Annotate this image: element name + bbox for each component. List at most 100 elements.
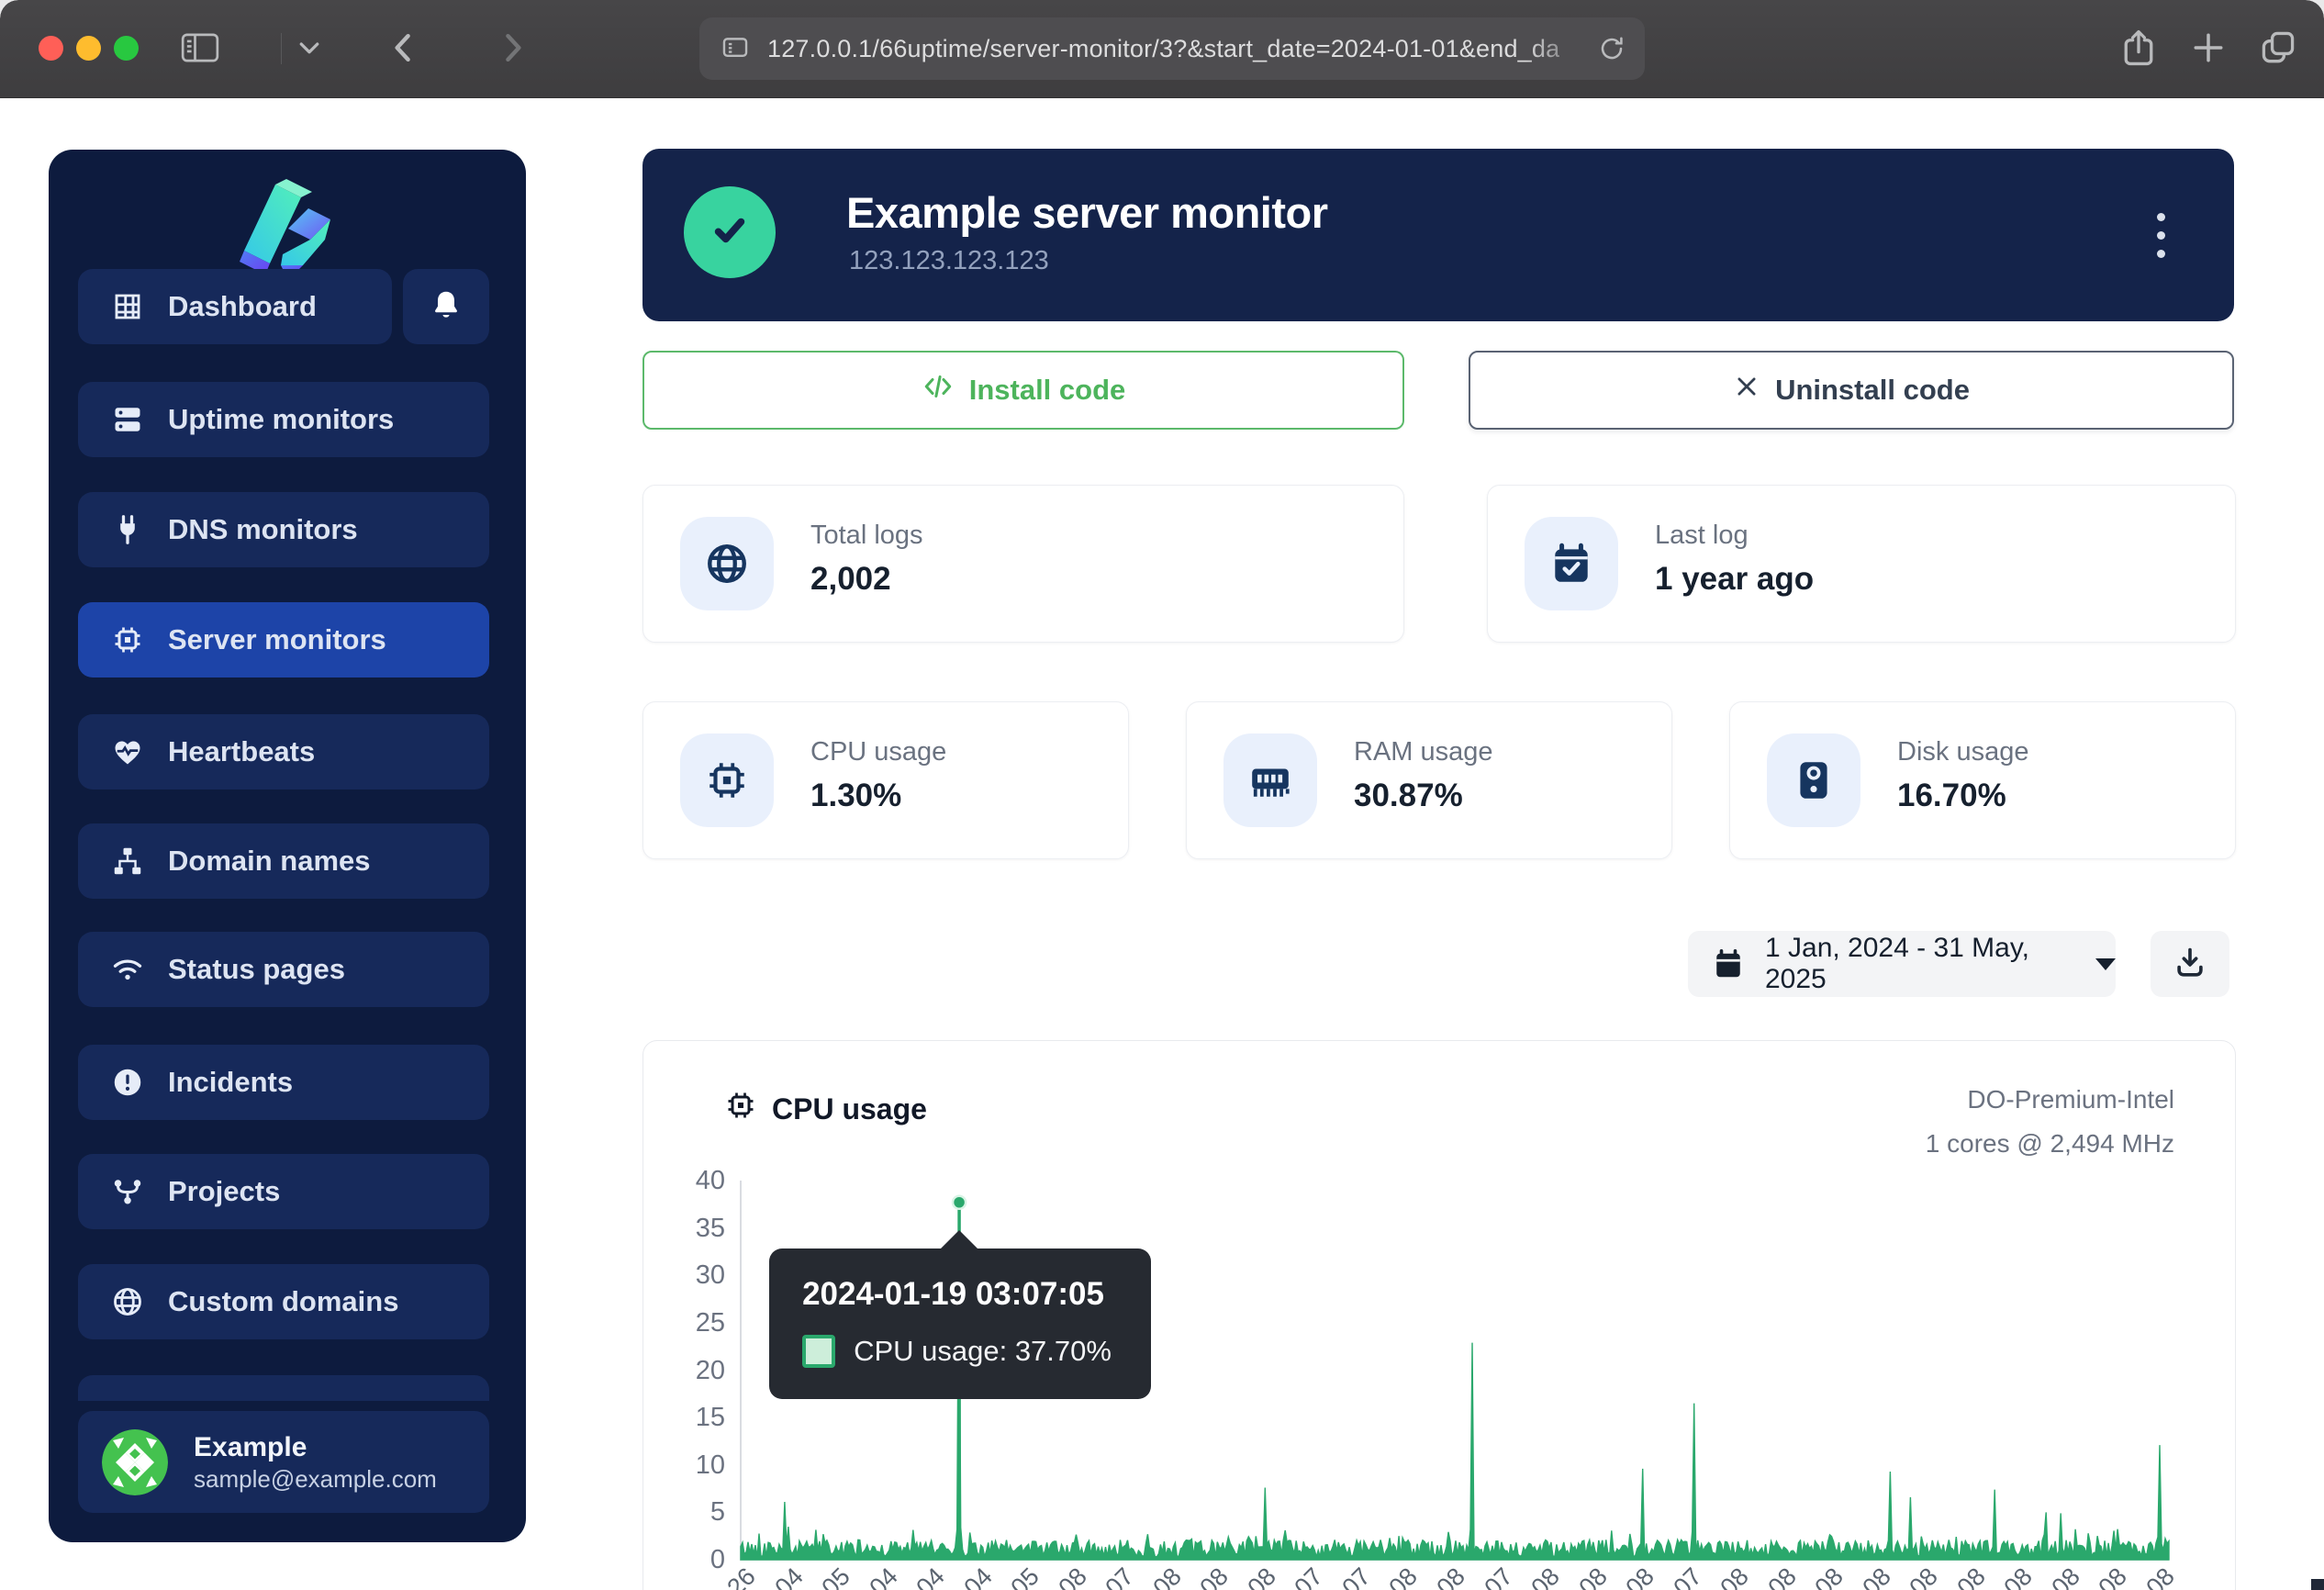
cpu-icon (111, 623, 144, 656)
install-code-button[interactable]: Install code (642, 351, 1404, 430)
y-tick-label: 40 (644, 1166, 725, 1196)
stat-label: Total logs (810, 521, 923, 551)
sidebar-item-label: Incidents (168, 1066, 293, 1099)
install-code-label: Install code (969, 374, 1126, 407)
sidebar-item-status-pages[interactable]: Status pages (78, 932, 489, 1007)
url-text: 127.0.0.1/66uptime/server-monitor/3?&sta… (767, 35, 1559, 63)
caret-down-icon (2095, 958, 2116, 970)
browser-window: 127.0.0.1/66uptime/server-monitor/3?&sta… (0, 0, 2324, 1590)
sidebar-item-label: DNS monitors (168, 513, 358, 546)
y-tick-label: 30 (644, 1260, 725, 1291)
sidebar-item-label: Projects (168, 1175, 280, 1208)
stat-label: Disk usage (1897, 737, 2028, 767)
sidebar-item-label: Heartbeats (168, 735, 315, 768)
series-swatch (802, 1335, 835, 1368)
stat-card-total-logs: Total logs 2,002 (642, 485, 1404, 643)
page-settings-icon[interactable] (720, 33, 751, 64)
stat-label: RAM usage (1354, 737, 1493, 767)
monitor-ip: 123.123.123.123 (849, 246, 1049, 276)
sidebar-item-custom-domains[interactable]: Custom domains (78, 1264, 489, 1339)
cpu-icon (680, 733, 774, 827)
tooltip-timestamp: 2024-01-19 03:07:05 (802, 1276, 1118, 1313)
grid-icon (111, 290, 144, 323)
uninstall-code-label: Uninstall code (1775, 374, 1970, 407)
y-tick-label: 10 (644, 1450, 725, 1481)
minimize-window-button[interactable] (76, 36, 101, 61)
close-icon (1733, 373, 1775, 408)
notifications-button[interactable] (403, 269, 489, 344)
corner-widget[interactable] (2311, 1579, 2324, 1590)
sidebar-item-label: Uptime monitors (168, 403, 394, 436)
globe-icon (680, 517, 774, 610)
back-button-icon[interactable] (384, 28, 424, 68)
y-tick-label: 25 (644, 1308, 725, 1338)
stat-card-ram-usage: RAM usage 30.87% (1186, 701, 1672, 859)
memory-icon (1223, 733, 1317, 827)
tooltip-arrow (937, 1230, 981, 1252)
download-icon (2173, 945, 2207, 984)
date-range-label: 1 Jan, 2024 - 31 May, 2025 (1765, 933, 2072, 995)
stat-card-disk-usage: Disk usage 16.70% (1729, 701, 2236, 859)
calendar-icon (1712, 947, 1745, 980)
sidebar-item-label: Dashboard (168, 290, 317, 323)
url-fade (1525, 17, 1590, 80)
stat-value: 16.70% (1897, 778, 2006, 814)
share-icon[interactable] (2118, 28, 2159, 68)
sidebar-item-partial (78, 1375, 489, 1401)
y-tick-label: 20 (644, 1356, 725, 1386)
server-icon (111, 403, 144, 436)
close-window-button[interactable] (39, 36, 63, 61)
sidebar-item-server-monitors[interactable]: Server monitors (78, 602, 489, 677)
sidebar-item-heartbeats[interactable]: Heartbeats (78, 714, 489, 789)
stat-value: 2,002 (810, 561, 891, 598)
monitor-header-card: Example server monitor 123.123.123.123 (642, 149, 2234, 321)
download-button[interactable] (2151, 931, 2229, 997)
address-bar[interactable]: 127.0.0.1/66uptime/server-monitor/3?&sta… (699, 17, 1645, 80)
sidebar-item-label: Custom domains (168, 1285, 398, 1318)
y-tick-label: 5 (644, 1497, 725, 1528)
sidebar: Dashboard Uptime monitors DNS monitors S… (49, 150, 526, 1542)
share-nodes-icon (111, 1175, 144, 1208)
bell-icon (430, 288, 463, 326)
sidebar-item-dashboard[interactable]: Dashboard (78, 269, 392, 344)
stat-value: 1.30% (810, 778, 901, 814)
stat-label: Last log (1655, 521, 1749, 551)
alert-circle-icon (111, 1066, 144, 1099)
disk-icon (1767, 733, 1860, 827)
page-title: Example server monitor (846, 187, 1328, 238)
reload-icon[interactable] (1597, 34, 1626, 63)
check-icon (705, 206, 754, 260)
toolbar-divider (281, 33, 282, 64)
new-tab-icon[interactable] (2188, 28, 2229, 68)
calendar-check-icon (1525, 517, 1618, 610)
stat-value: 1 year ago (1655, 561, 1814, 598)
user-card[interactable]: Example sample@example.com (78, 1411, 489, 1513)
sidebar-item-label: Status pages (168, 953, 345, 986)
sitemap-icon (111, 845, 144, 878)
sidebar-item-label: Domain names (168, 845, 371, 878)
code-icon (922, 370, 969, 410)
stat-card-last-log: Last log 1 year ago (1487, 485, 2236, 643)
sidebar-item-dns-monitors[interactable]: DNS monitors (78, 492, 489, 567)
chart-title: CPU usage (772, 1092, 927, 1126)
sidebar-item-domain-names[interactable]: Domain names (78, 823, 489, 899)
heart-pulse-icon (111, 735, 144, 768)
y-tick-label: 0 (644, 1545, 725, 1575)
chart-tooltip: 2024-01-19 03:07:05 CPU usage: 37.70% (769, 1248, 1151, 1399)
browser-chrome: 127.0.0.1/66uptime/server-monitor/3?&sta… (0, 0, 2324, 98)
forward-button-icon[interactable] (492, 28, 532, 68)
uninstall-code-button[interactable]: Uninstall code (1469, 351, 2234, 430)
avatar (102, 1429, 168, 1495)
sidebar-item-uptime-monitors[interactable]: Uptime monitors (78, 382, 489, 457)
stat-label: CPU usage (810, 737, 946, 767)
date-range-picker[interactable]: 1 Jan, 2024 - 31 May, 2025 (1688, 931, 2116, 997)
chevron-down-icon[interactable] (296, 39, 323, 59)
sidebar-toggle-icon[interactable] (180, 30, 220, 65)
zoom-window-button[interactable] (114, 36, 139, 61)
sidebar-item-incidents[interactable]: Incidents (78, 1045, 489, 1120)
more-options-button[interactable] (2139, 196, 2183, 274)
sidebar-item-projects[interactable]: Projects (78, 1154, 489, 1229)
tab-overview-icon[interactable] (2258, 28, 2298, 68)
y-tick-label: 35 (644, 1214, 725, 1244)
globe-icon (111, 1285, 144, 1318)
